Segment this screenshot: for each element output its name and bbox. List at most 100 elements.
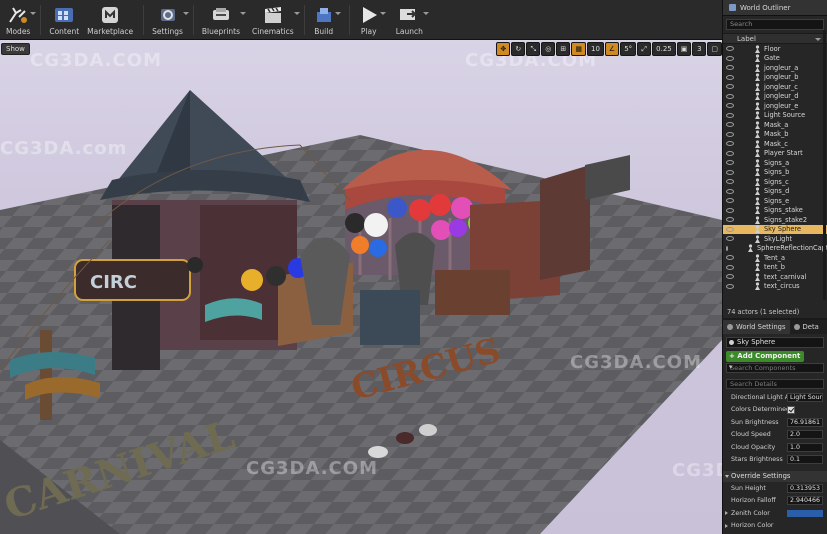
visibility-eye-icon[interactable] <box>726 93 734 99</box>
cloud-opacity-input[interactable]: 1.0 <box>787 442 823 452</box>
outliner-row[interactable]: Signs_a <box>723 158 827 168</box>
outliner-row[interactable]: Signs_stake2 <box>723 215 827 225</box>
content-button[interactable]: Content <box>49 0 79 40</box>
surface-snap-icon[interactable]: ⊞ <box>556 42 571 56</box>
camera-speed-value[interactable]: 3 <box>692 42 707 56</box>
world-space-icon[interactable]: ◎ <box>541 42 556 56</box>
visibility-eye-icon[interactable] <box>726 179 734 185</box>
rotation-snap-value[interactable]: 5° <box>620 42 637 56</box>
actor-name-field[interactable]: Sky Sphere <box>726 337 824 348</box>
outliner-row[interactable]: jongleur_b <box>723 73 827 83</box>
zenith-color-swatch[interactable] <box>787 509 823 517</box>
add-component-button[interactable]: + Add Component ▾ <box>726 351 804 371</box>
visibility-eye-icon[interactable] <box>726 169 734 175</box>
visibility-eye-icon[interactable] <box>726 226 734 232</box>
settings-button[interactable]: Settings <box>152 0 189 40</box>
outliner-row[interactable]: Signs_b <box>723 168 827 178</box>
maximize-viewport-icon[interactable]: ▢ <box>707 42 722 56</box>
tab-world-settings[interactable]: World Settings <box>723 320 790 334</box>
grid-snap-icon[interactable]: ▦ <box>571 42 586 56</box>
outliner-row[interactable]: Light Source <box>723 111 827 121</box>
camera-speed-icon[interactable]: ▣ <box>676 42 692 56</box>
visibility-eye-icon[interactable] <box>726 55 734 61</box>
outliner-row[interactable]: Floor <box>723 44 827 54</box>
visibility-eye-icon[interactable] <box>726 131 734 137</box>
build-button[interactable]: Build <box>313 0 341 40</box>
visibility-eye-icon[interactable] <box>726 188 734 194</box>
outliner-scrollbar[interactable] <box>823 30 826 300</box>
visibility-eye-icon[interactable] <box>726 150 734 156</box>
outliner-search-input[interactable]: Search <box>726 19 824 30</box>
visibility-eye-icon[interactable] <box>726 112 734 118</box>
outliner-row[interactable]: text_circus2 <box>723 291 827 293</box>
scale-snap-value[interactable]: 0.25 <box>652 42 676 56</box>
visibility-eye-icon[interactable] <box>726 103 734 109</box>
visibility-eye-icon[interactable] <box>726 46 734 52</box>
outliner-row[interactable]: tent_b <box>723 263 827 273</box>
visibility-eye-icon[interactable] <box>726 236 734 242</box>
visibility-eye-icon[interactable] <box>726 122 734 128</box>
level-viewport[interactable]: CIRC CARNIVAL CIRCUS CG3DA.COM CG3DA.COM… <box>0 40 722 534</box>
visibility-eye-icon[interactable] <box>726 217 734 223</box>
colors-determined-by-checkbox[interactable] <box>787 405 795 414</box>
outliner-row[interactable]: Sky Sphere <box>723 224 827 234</box>
outliner-row[interactable]: jongleur_c <box>723 82 827 92</box>
outliner-row[interactable]: Gate <box>723 54 827 64</box>
visibility-eye-icon[interactable] <box>726 74 734 80</box>
marketplace-button[interactable]: Marketplace <box>87 0 133 40</box>
outliner-row[interactable]: SphereReflectionCapture <box>723 244 827 254</box>
stars-brightness-input[interactable]: 0.1 <box>787 455 823 465</box>
sun-height-input[interactable]: 0.313953 <box>787 483 823 493</box>
visibility-eye-icon[interactable] <box>726 141 734 147</box>
visibility-eye-icon[interactable] <box>726 274 734 280</box>
rotate-tool-button[interactable]: ↻ <box>511 42 526 56</box>
horizon-falloff-input[interactable]: 2.940466 <box>787 496 823 506</box>
label-column-header[interactable]: Label <box>723 33 827 44</box>
outliner-row[interactable]: text_circus <box>723 282 827 292</box>
visibility-eye-icon[interactable] <box>726 255 734 261</box>
outliner-row[interactable]: jongleur_a <box>723 63 827 73</box>
outliner-row[interactable]: Player Start <box>723 149 827 159</box>
search-components-input[interactable]: Search Components <box>726 363 824 373</box>
outliner-row[interactable]: Tent_a <box>723 253 827 263</box>
scale-snap-icon[interactable]: ⤢ <box>637 42 652 56</box>
rotation-snap-icon[interactable]: ∠ <box>604 42 620 56</box>
outliner-row[interactable]: Signs_e <box>723 196 827 206</box>
visibility-eye-icon[interactable] <box>726 245 728 251</box>
visibility-eye-icon[interactable] <box>726 283 734 289</box>
cloud-speed-input[interactable]: 2.0 <box>787 430 823 440</box>
modes-button[interactable]: Modes <box>6 0 37 40</box>
outliner-row[interactable]: Signs_stake <box>723 206 827 216</box>
content-browser-icon <box>53 4 75 26</box>
play-button[interactable]: Play <box>358 0 386 40</box>
blueprints-button[interactable]: Blueprints <box>202 0 247 40</box>
outliner-row[interactable]: Signs_c <box>723 177 827 187</box>
grid-snap-value[interactable]: 10 <box>586 42 604 56</box>
outliner-row[interactable]: Mask_b <box>723 130 827 140</box>
tab-details[interactable]: Deta <box>790 320 823 334</box>
outliner-row[interactable]: text_carnival <box>723 272 827 282</box>
override-settings-section[interactable]: Override Settings <box>723 471 827 482</box>
translate-tool-button[interactable]: ✥ <box>496 42 511 56</box>
visibility-eye-icon[interactable] <box>726 198 734 204</box>
launch-button[interactable]: Launch <box>396 0 429 40</box>
show-button[interactable]: Show <box>1 43 30 55</box>
outliner-row-label: Player Start <box>764 149 803 158</box>
outliner-row[interactable]: Mask_a <box>723 120 827 130</box>
outliner-row[interactable]: Signs_d <box>723 187 827 197</box>
directional-light-actor-picker[interactable]: Light Source <box>787 392 823 402</box>
outliner-row[interactable]: jongleur_e <box>723 101 827 111</box>
sun-brightness-input[interactable]: 76.91861 <box>787 417 823 427</box>
search-details-input[interactable]: Search Details <box>726 379 824 389</box>
visibility-eye-icon[interactable] <box>726 160 734 166</box>
scale-tool-button[interactable]: ⤡ <box>526 42 541 56</box>
visibility-eye-icon[interactable] <box>726 65 734 71</box>
visibility-eye-icon[interactable] <box>726 264 734 270</box>
visibility-eye-icon[interactable] <box>726 207 734 213</box>
outliner-row[interactable]: Mask_c <box>723 139 827 149</box>
visibility-eye-icon[interactable] <box>726 84 734 90</box>
outliner-row[interactable]: jongleur_d <box>723 92 827 102</box>
outliner-row[interactable]: SkyLight <box>723 234 827 244</box>
cinematics-button[interactable]: Cinematics <box>252 0 300 40</box>
world-outliner-tab[interactable]: World Outliner <box>723 0 827 16</box>
